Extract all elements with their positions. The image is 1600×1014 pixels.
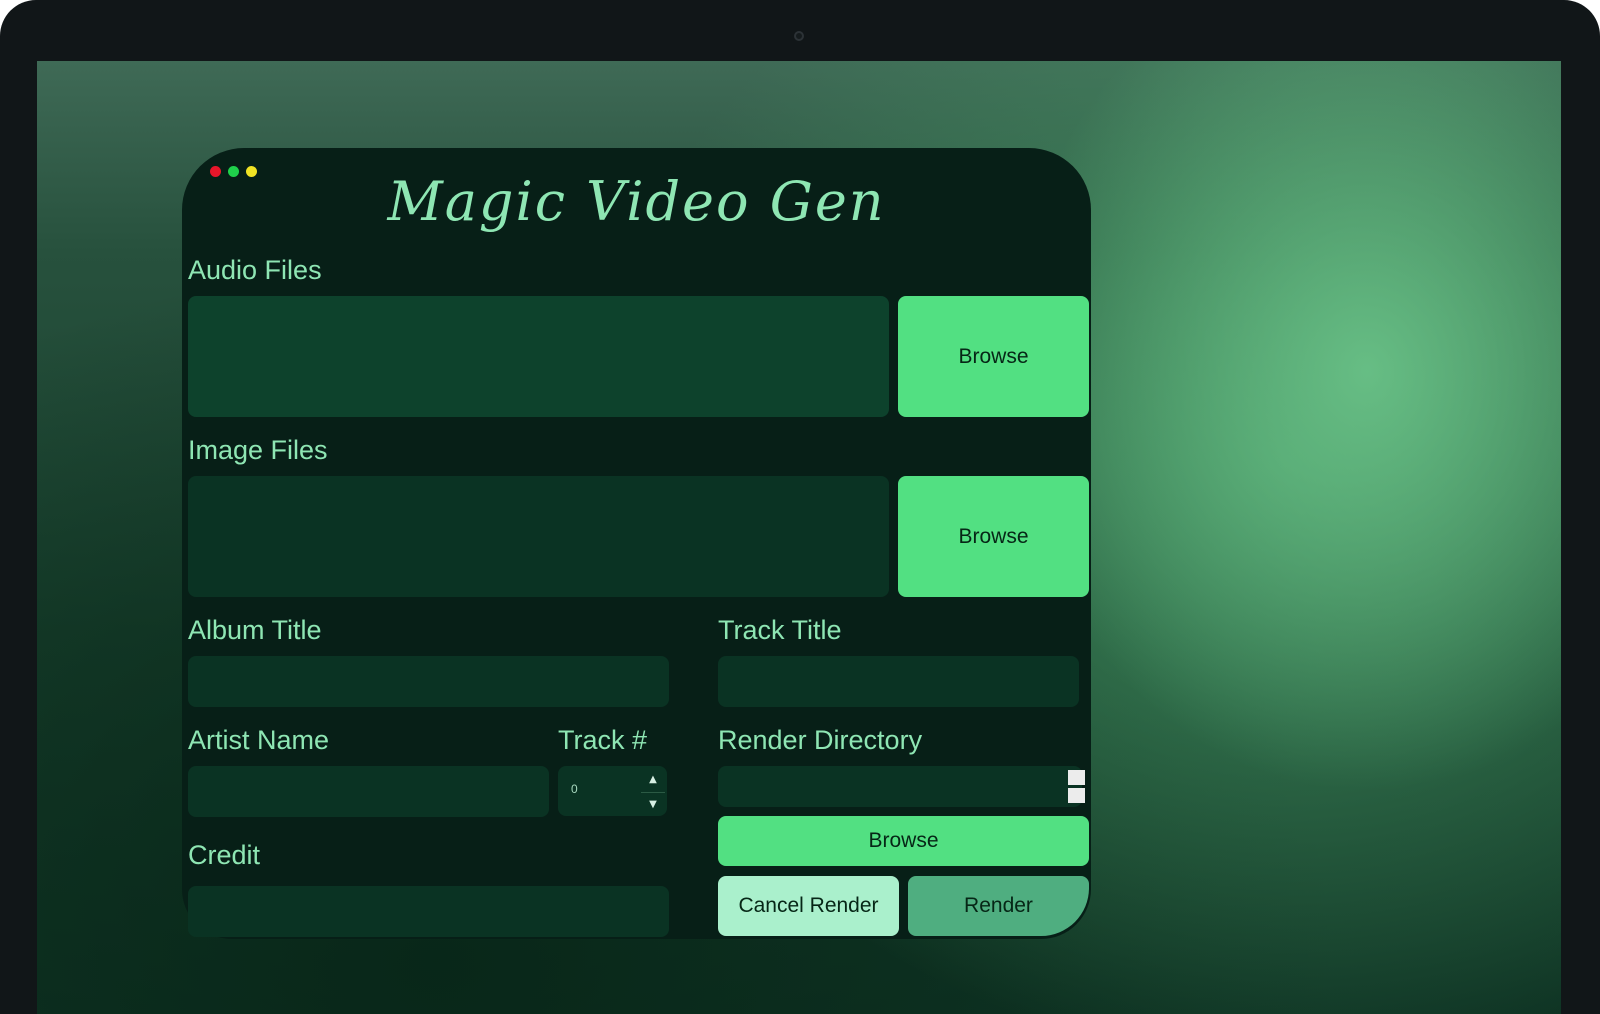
audio-files-input[interactable]	[188, 296, 889, 417]
credit-input[interactable]	[188, 886, 669, 937]
cancel-render-button[interactable]: Cancel Render	[718, 876, 899, 936]
render-directory-input[interactable]	[718, 766, 1082, 807]
artist-name-input[interactable]	[188, 766, 549, 817]
render-button[interactable]: Render	[908, 876, 1089, 936]
track-number-stepper[interactable]: 0 ▲ ▼	[558, 766, 667, 816]
spin-up-icon[interactable]: ▲	[641, 768, 665, 790]
audio-files-label: Audio Files	[188, 255, 322, 285]
track-number-value: 0	[571, 782, 578, 796]
spin-down-icon[interactable]: ▼	[641, 792, 665, 815]
track-number-label: Track #	[558, 725, 648, 755]
album-title-input[interactable]	[188, 656, 669, 707]
credit-label: Credit	[188, 840, 261, 870]
album-title-label: Album Title	[188, 615, 322, 645]
render-directory-label: Render Directory	[718, 725, 923, 755]
track-title-label: Track Title	[718, 615, 842, 645]
camera-icon	[794, 31, 804, 41]
audio-browse-button[interactable]: Browse	[898, 296, 1089, 417]
image-browse-button[interactable]: Browse	[898, 476, 1089, 597]
artist-name-label: Artist Name	[188, 725, 330, 755]
app-title: Magic Video Gen	[387, 170, 886, 233]
track-title-input[interactable]	[718, 656, 1079, 707]
image-files-input[interactable]	[188, 476, 889, 597]
render-directory-browse-button[interactable]: Browse	[718, 816, 1089, 866]
render-directory-scrollbar[interactable]	[1068, 770, 1085, 804]
image-files-label: Image Files	[188, 435, 328, 465]
